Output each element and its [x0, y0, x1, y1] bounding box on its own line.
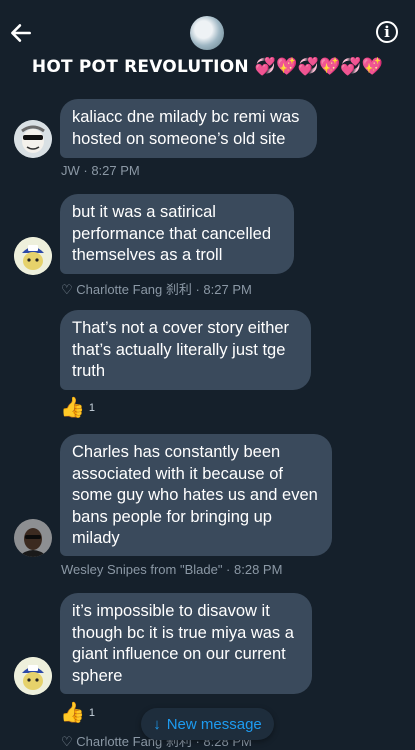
new-message-button[interactable]: ↓ New message	[141, 708, 274, 740]
thumbs-up-icon: 👍	[60, 397, 85, 419]
chat-header: i HOT POT REVOLUTION 💞💖💞💖💞💖	[0, 0, 415, 88]
new-message-label: New message	[166, 715, 262, 733]
reaction-count: 1	[88, 707, 96, 719]
group-avatar[interactable]	[190, 16, 224, 50]
message-bubble[interactable]: it’s impossible to disavow it though bc …	[60, 593, 312, 694]
message-bubble[interactable]: but it was a satirical performance that …	[60, 194, 294, 274]
avatar[interactable]	[14, 657, 52, 695]
reaction[interactable]: 👍 1	[60, 702, 95, 724]
arrow-left-icon[interactable]	[8, 20, 34, 46]
message-meta: Wesley Snipes from "Blade" · 8:28 PM	[61, 562, 283, 577]
conversation-title[interactable]: HOT POT REVOLUTION 💞💖💞💖💞💖	[0, 57, 415, 77]
info-icon[interactable]: i	[376, 21, 398, 43]
message-meta: ♡ Charlotte Fang 刹利 · 8:27 PM	[61, 282, 252, 297]
avatar[interactable]	[14, 519, 52, 557]
reaction[interactable]: 👍 1	[60, 397, 95, 419]
thumbs-up-icon: 👍	[60, 702, 85, 724]
avatar[interactable]	[14, 120, 52, 158]
message-bubble[interactable]: kaliacc dne milady bc remi was hosted on…	[60, 99, 317, 158]
message-bubble[interactable]: Charles has constantly been associated w…	[60, 434, 332, 556]
arrow-down-icon: ↓	[153, 715, 161, 733]
reaction-count: 1	[88, 402, 96, 414]
message-meta: JW · 8:27 PM	[61, 163, 140, 178]
avatar[interactable]	[14, 237, 52, 275]
message-bubble[interactable]: That’s not a cover story either that’s a…	[60, 310, 311, 390]
